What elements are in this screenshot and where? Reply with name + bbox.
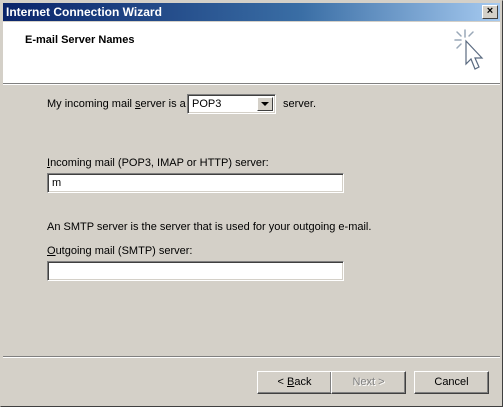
outgoing-server-input[interactable] (47, 261, 344, 281)
cancel-button[interactable]: Cancel (414, 371, 489, 394)
wizard-cursor-icon (454, 29, 484, 70)
close-button[interactable]: × (482, 5, 498, 19)
back-button[interactable]: < Back (257, 371, 332, 394)
title-bar[interactable]: Internet Connection Wizard × (3, 3, 500, 21)
footer-divider (3, 356, 500, 358)
chevron-down-icon[interactable] (257, 97, 273, 111)
outgoing-server-label: Outgoing mail (SMTP) server: (47, 245, 193, 257)
incoming-server-type-value: POP3 (192, 98, 222, 110)
window-title: Internet Connection Wizard (6, 5, 162, 19)
incoming-type-suffix: server. (283, 98, 317, 110)
page-title: E-mail Server Names (25, 34, 135, 46)
incoming-server-input[interactable]: m (47, 173, 344, 193)
incoming-server-type-select[interactable]: POP3 (187, 94, 276, 114)
next-button[interactable]: Next > (331, 371, 406, 394)
incoming-type-label: My incoming mail server is a (47, 98, 186, 110)
incoming-server-label: Incoming mail (POP3, IMAP or HTTP) serve… (47, 157, 269, 169)
close-icon: × (486, 5, 494, 17)
wizard-header: E-mail Server Names (3, 22, 500, 83)
header-divider (3, 83, 500, 85)
wizard-window: Internet Connection Wizard × E-mail Serv… (0, 0, 503, 407)
smtp-info-text: An SMTP server is the server that is use… (47, 221, 372, 233)
